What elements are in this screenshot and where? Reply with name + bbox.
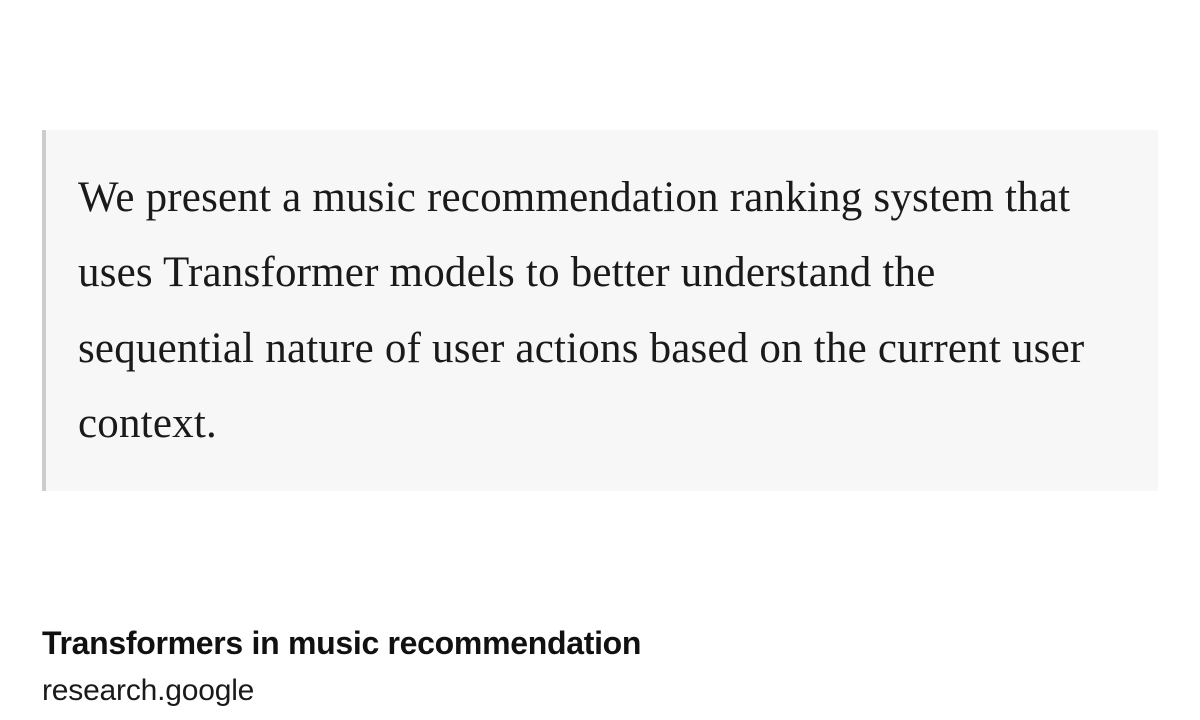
- citation: Transformers in music recommendation res…: [42, 621, 1158, 708]
- quote-block: We present a music recommendation rankin…: [42, 130, 1158, 491]
- quote-text: We present a music recommendation rankin…: [78, 160, 1118, 461]
- citation-source: research.google: [42, 674, 1158, 708]
- citation-title: Transformers in music recommendation: [42, 621, 1158, 666]
